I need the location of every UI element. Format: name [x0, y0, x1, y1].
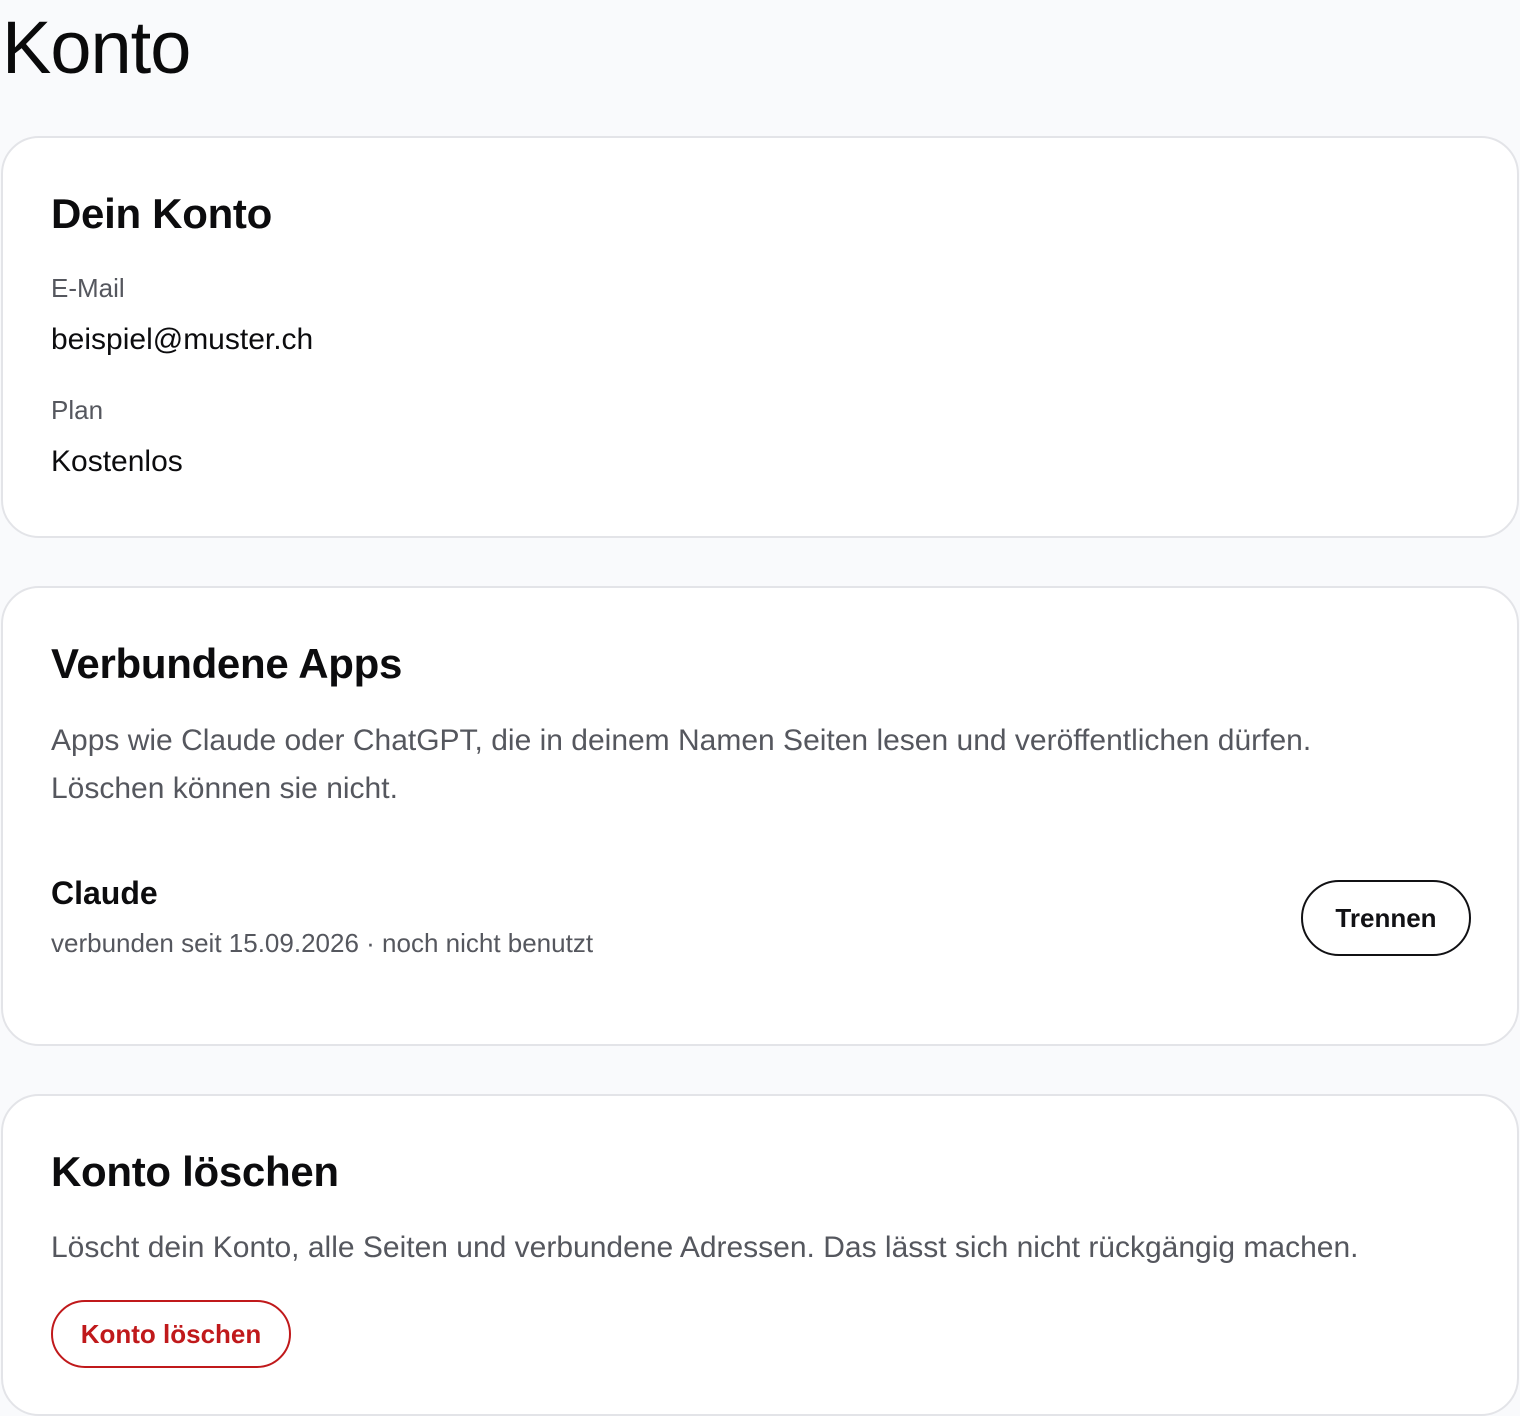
account-card-title: Dein Konto — [51, 190, 272, 237]
page-title: Konto — [2, 6, 191, 89]
plan-value: Kostenlos — [51, 445, 183, 478]
connected-apps-description: Apps wie Claude oder ChatGPT, die in dei… — [51, 717, 1451, 813]
connected-apps-card: Verbundene Apps Apps wie Claude oder Cha… — [1, 586, 1519, 1046]
delete-account-description: Löscht dein Konto, alle Seiten und verbu… — [51, 1231, 1359, 1264]
account-card: Dein Konto E-Mail beispiel@muster.ch Pla… — [1, 136, 1519, 538]
connected-apps-description-line-1: Apps wie Claude oder ChatGPT, die in dei… — [51, 724, 1312, 757]
delete-account-card: Konto löschen Löscht dein Konto, alle Se… — [1, 1094, 1519, 1416]
plan-label: Plan — [51, 395, 104, 425]
delete-account-title: Konto löschen — [51, 1148, 339, 1195]
email-label: E-Mail — [51, 273, 125, 303]
email-value: beispiel@muster.ch — [51, 323, 314, 356]
disconnect-button[interactable]: Trennen — [1301, 880, 1471, 956]
delete-account-button[interactable]: Konto löschen — [51, 1300, 291, 1368]
app-name: Claude — [51, 875, 158, 911]
account-settings-page: Konto Dein Konto E-Mail beispiel@muster.… — [0, 0, 1520, 1416]
connected-apps-description-line-2: Löschen können sie nicht. — [51, 772, 398, 805]
connected-apps-title: Verbundene Apps — [51, 640, 403, 687]
app-meta: verbunden seit 15.09.2026 · noch nicht b… — [51, 928, 594, 958]
